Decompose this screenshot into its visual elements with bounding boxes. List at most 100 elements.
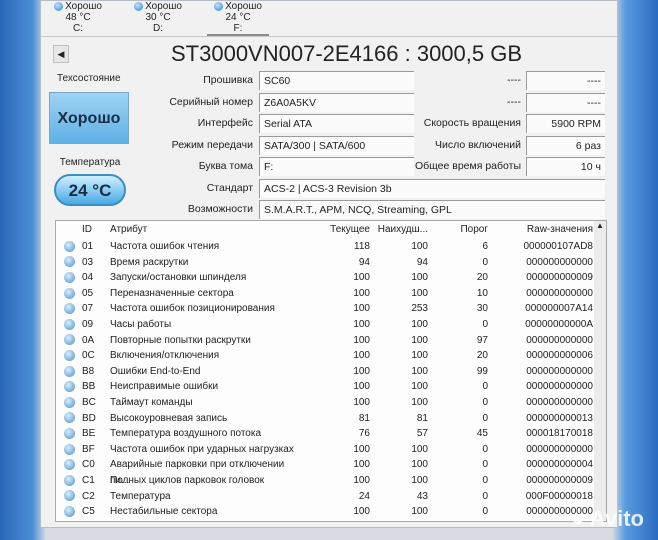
header-worst[interactable]: Наихудш...: [370, 221, 428, 239]
cell-id: BB: [82, 381, 96, 393]
reserved-label-1: ----: [507, 74, 521, 86]
cell-threshold: 0: [482, 318, 488, 330]
table-row[interactable]: 05 Переназначенные сектора 100 100 10 0000000…: [56, 286, 606, 302]
status-dot-icon: [134, 1, 144, 11]
drive-tabs: Хорошо 48 °C C: Хорошо 30 °C D: Хорошо 24 °C F:: [41, 1, 617, 37]
table-row[interactable]: C1 Полных циклов парковок головок 100 100 0 0…: [56, 473, 606, 489]
letter-label: Буква тома: [198, 160, 253, 172]
cell-current: 100: [353, 396, 370, 408]
table-row[interactable]: 07 Частота ошибок позиционирования 100 253 3…: [56, 301, 606, 317]
table-row[interactable]: 0C Включения/отключения 100 100 20 0000000000…: [56, 348, 606, 364]
cell-worst: 100: [411, 396, 428, 408]
cell-threshold: 20: [476, 272, 488, 284]
cell-current: 100: [353, 303, 370, 315]
cell-raw: 000000000009: [526, 474, 593, 486]
drive-title: ST3000VN007-2E4166 : 3000,5 GB: [171, 41, 523, 66]
cell-threshold: 20: [476, 350, 488, 362]
cell-worst: 43: [416, 490, 428, 502]
cell-raw: 000000000004: [526, 459, 593, 471]
cell-threshold: 0: [482, 381, 488, 393]
table-row[interactable]: BB Неисправимые ошибки 100 100 0 000000000000: [56, 379, 606, 395]
cell-raw: 000000000000: [526, 334, 593, 346]
cell-attribute: Частота ошибок при ударных нагрузках: [110, 443, 294, 455]
table-row[interactable]: 04 Запуски/остановки шпинделя 100 100 20 0000…: [56, 270, 606, 286]
health-status-button[interactable]: Хорошо: [49, 92, 129, 144]
cell-worst: 81: [416, 412, 428, 424]
cell-attribute: Запуски/остановки шпинделя: [110, 272, 247, 284]
cell-worst: 100: [411, 350, 428, 362]
drive-temp: 48 °C: [65, 12, 91, 23]
cell-attribute: Полных циклов парковок головок: [110, 474, 265, 486]
cell-raw: 000018170018: [526, 428, 593, 440]
cell-id: BF: [82, 443, 95, 455]
table-row[interactable]: 03 Время раскрутки 94 94 0 000000000000: [56, 255, 606, 271]
status-ball-icon: [63, 381, 75, 393]
drive-tab-2[interactable]: Хорошо 24 °C F:: [207, 1, 269, 36]
table-row[interactable]: C0 Аварийные парковки при отключении пи..…: [56, 457, 606, 486]
header-attribute[interactable]: Атрибут: [104, 221, 304, 239]
interface-field: Serial ATA: [259, 114, 414, 133]
table-row[interactable]: C5 Нестабильные сектора 100 100 0 00000000000…: [56, 504, 606, 520]
table-row[interactable]: 09 Часы работы 100 100 0 00000000000A: [56, 317, 606, 333]
cell-current: 100: [353, 350, 370, 362]
cell-threshold: 0: [482, 412, 488, 424]
health-label: Техсостояние: [57, 73, 121, 84]
drive-status: Хорошо: [145, 1, 182, 12]
cell-raw: 000000000000: [526, 287, 593, 299]
cell-threshold: 0: [482, 396, 488, 408]
status-ball-icon: [63, 459, 75, 471]
status-ball-icon: [63, 350, 75, 362]
table-scrollbar[interactable]: ▲: [594, 221, 606, 521]
table-row[interactable]: B8 Ошибки End-to-End 100 100 99 000000000000: [56, 364, 606, 380]
cell-id: 0A: [82, 334, 95, 346]
status-ball-icon: [63, 396, 75, 408]
cell-worst: 100: [411, 318, 428, 330]
cell-current: 100: [353, 443, 370, 455]
cell-threshold: 0: [482, 443, 488, 455]
power-count-field: 6 раз: [526, 136, 605, 155]
table-row[interactable]: BF Частота ошибок при ударных нагрузках 10…: [56, 442, 606, 458]
cell-current: 100: [353, 506, 370, 518]
cell-worst: 100: [411, 381, 428, 393]
cell-raw: 000000000000: [526, 365, 593, 377]
header-raw[interactable]: Raw-значения: [488, 221, 593, 239]
cell-current: 24: [358, 490, 370, 502]
cell-id: 05: [82, 287, 94, 299]
reserved-label-2: ----: [507, 96, 521, 108]
table-row[interactable]: BD Высокоуровневая запись 81 81 0 00000000001…: [56, 411, 606, 427]
transfer-field: SATA/300 | SATA/600: [259, 136, 414, 155]
temperature-label: Температура: [59, 157, 121, 168]
table-row[interactable]: C2 Температура 24 43 0 000F00000018: [56, 489, 606, 505]
previous-drive-button[interactable]: ◀: [53, 45, 69, 63]
cell-id: C2: [82, 490, 95, 502]
drive-tab-1[interactable]: Хорошо 30 °C D:: [127, 1, 189, 36]
status-ball-icon: [63, 412, 75, 424]
header-threshold[interactable]: Порог: [428, 221, 488, 239]
status-ball-icon: [63, 505, 75, 517]
cell-current: 100: [353, 474, 370, 486]
drive-letter: F:: [233, 23, 243, 34]
status-ball-icon: [63, 443, 75, 455]
cell-attribute: Включения/отключения: [110, 350, 220, 362]
cell-id: 01: [82, 241, 94, 252]
table-row[interactable]: BC Таймаут команды 100 100 0 000000000000: [56, 395, 606, 411]
features-field: S.M.A.R.T., APM, NCQ, Streaming, GPL: [259, 200, 605, 219]
firmware-field: SC60: [259, 71, 414, 90]
table-row[interactable]: BE Температура воздушного потока 76 57 45 000…: [56, 426, 606, 442]
cell-worst: 100: [411, 334, 428, 346]
status-ball-icon: [63, 272, 75, 284]
table-row[interactable]: 01 Частота ошибок чтения 118 100 6 000000107A…: [56, 239, 606, 255]
drive-letter: C:: [73, 23, 83, 34]
table-header: ID Атрибут Текущее Наихудш... Порог Raw-…: [56, 221, 606, 239]
cell-raw: 000F00000018: [525, 490, 593, 502]
status-ball-icon: [63, 474, 75, 486]
header-id[interactable]: ID: [82, 221, 104, 239]
cell-raw: 000000000000: [526, 443, 593, 455]
serial-label: Серийный номер: [169, 96, 253, 108]
drive-tab-0[interactable]: Хорошо 48 °C C:: [47, 1, 109, 36]
standard-field: ACS-2 | ACS-3 Revision 3b: [259, 179, 605, 198]
cell-raw: 000000000013: [526, 412, 593, 424]
header-current[interactable]: Текущее: [304, 221, 370, 239]
status-ball-icon: [63, 334, 75, 346]
table-row[interactable]: 0A Повторные попытки раскрутки 100 100 97 000…: [56, 333, 606, 349]
